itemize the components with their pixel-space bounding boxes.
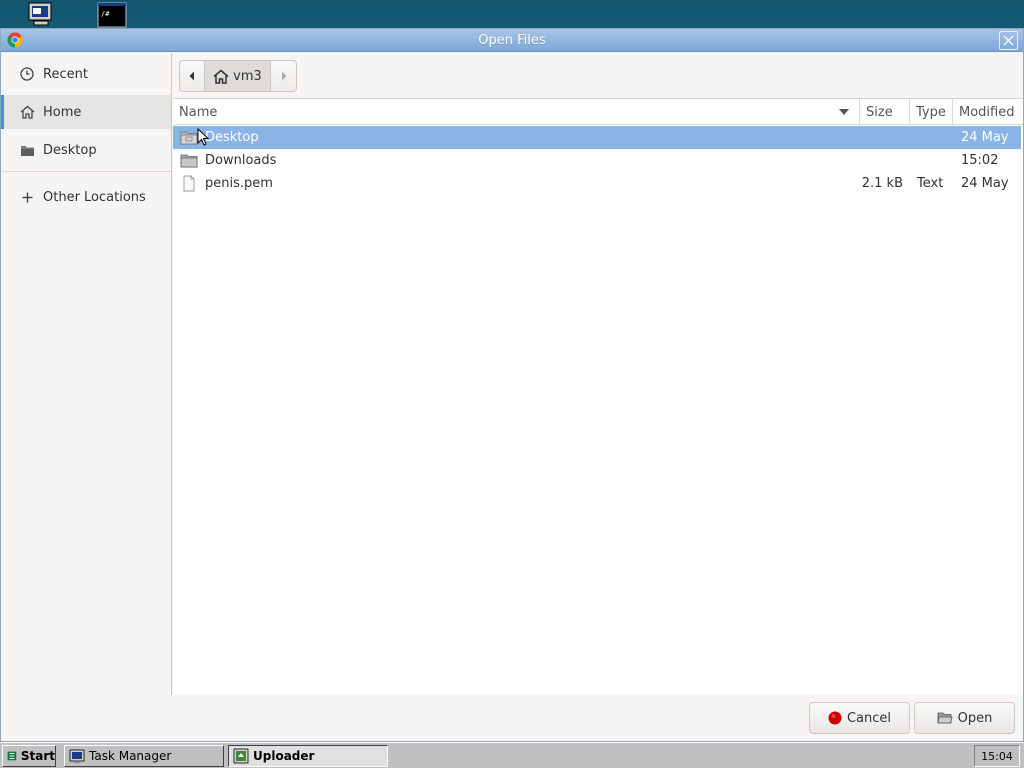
computer-icon[interactable] [26, 2, 56, 28]
file-size: 2.1 kB [861, 176, 903, 191]
sidebar-item-label: Desktop [43, 142, 97, 158]
file-list: Name Size Type Modified Desktop 24 May D… [173, 98, 1023, 695]
file-name: Downloads [205, 153, 277, 168]
chevron-right-icon [281, 71, 286, 81]
cancel-button-label: Cancel [846, 710, 892, 726]
open-files-dialog: Open Files Recent Home Desktop Other Loc… [0, 28, 1024, 742]
column-size-label: Size [866, 104, 893, 120]
column-type[interactable]: Type [910, 99, 953, 125]
sidebar-divider [1, 171, 171, 172]
folder-icon [180, 131, 198, 145]
path-bar: vm3 [179, 60, 297, 92]
file-name: Desktop [205, 130, 259, 145]
column-name-label: Name [179, 104, 218, 120]
file-modified: 24 May [961, 130, 1009, 145]
file-row[interactable]: Desktop 24 May [173, 126, 1021, 149]
file-name: penis.pem [205, 176, 273, 191]
column-size[interactable]: Size [860, 99, 910, 125]
taskbar-clock: 15:04 [974, 745, 1020, 767]
sidebar-item-label: Recent [43, 66, 88, 82]
sidebar-item-label: Home [43, 104, 82, 120]
folder-icon [18, 141, 36, 159]
file-row[interactable]: Downloads 15:02 [173, 149, 1021, 172]
text-file-icon [183, 175, 195, 192]
column-header: Name Size Type Modified [173, 99, 1023, 125]
close-button[interactable] [999, 31, 1018, 50]
dialog-title: Open Files [478, 33, 546, 48]
column-modified[interactable]: Modified [953, 99, 1023, 125]
stop-icon [828, 711, 842, 725]
folder-open-icon [937, 712, 953, 724]
sidebar-item-recent[interactable]: Recent [1, 57, 171, 91]
path-crumb-home[interactable]: vm3 [205, 60, 271, 92]
file-modified: 15:02 [961, 153, 999, 168]
uploader-icon [233, 748, 249, 764]
start-label: Start [20, 749, 55, 763]
sidebar-item-home[interactable]: Home [1, 95, 171, 129]
sidebar-item-label: Other Locations [43, 189, 146, 205]
column-modified-label: Modified [959, 104, 1015, 120]
open-button[interactable]: Open [914, 702, 1015, 734]
home-icon [213, 69, 229, 84]
taskbar-item-label: Uploader [253, 749, 315, 763]
taskbar-item-uploader[interactable]: Uploader [228, 745, 388, 767]
home-icon [18, 103, 36, 121]
dialog-titlebar[interactable]: Open Files [1, 29, 1023, 52]
sidebar-item-other-locations[interactable]: Other Locations [1, 180, 171, 214]
taskbar: Start Task Manager Uploader 15:04 [0, 742, 1024, 768]
file-modified: 24 May [961, 176, 1009, 191]
taskbar-item-label: Task Manager [89, 749, 172, 763]
task-manager-icon [69, 749, 85, 763]
taskbar-item-task-manager[interactable]: Task Manager [64, 745, 224, 767]
file-row[interactable]: penis.pem 2.1 kB Text 24 May [173, 172, 1021, 195]
sort-down-icon [839, 109, 849, 115]
file-type: Text [917, 176, 944, 191]
mouse-pointer-icon [197, 128, 209, 146]
svg-text:/#: /# [101, 10, 110, 18]
start-button[interactable]: Start [2, 745, 56, 767]
path-forward-button[interactable] [271, 60, 297, 92]
start-logo-icon [7, 751, 17, 761]
column-type-label: Type [916, 104, 946, 120]
folder-icon [180, 154, 198, 168]
sidebar-item-desktop[interactable]: Desktop [1, 133, 171, 167]
chevron-left-icon [189, 71, 194, 81]
clock-icon [18, 65, 36, 83]
cancel-button[interactable]: Cancel [809, 702, 910, 734]
places-sidebar: Recent Home Desktop Other Locations [1, 53, 172, 695]
plus-icon [18, 188, 36, 206]
terminal-icon[interactable]: /# [97, 2, 127, 28]
close-icon [1003, 35, 1014, 46]
open-button-label: Open [957, 710, 993, 726]
path-back-button[interactable] [179, 60, 205, 92]
column-name[interactable]: Name [173, 99, 860, 125]
path-crumb-label: vm3 [233, 68, 262, 84]
